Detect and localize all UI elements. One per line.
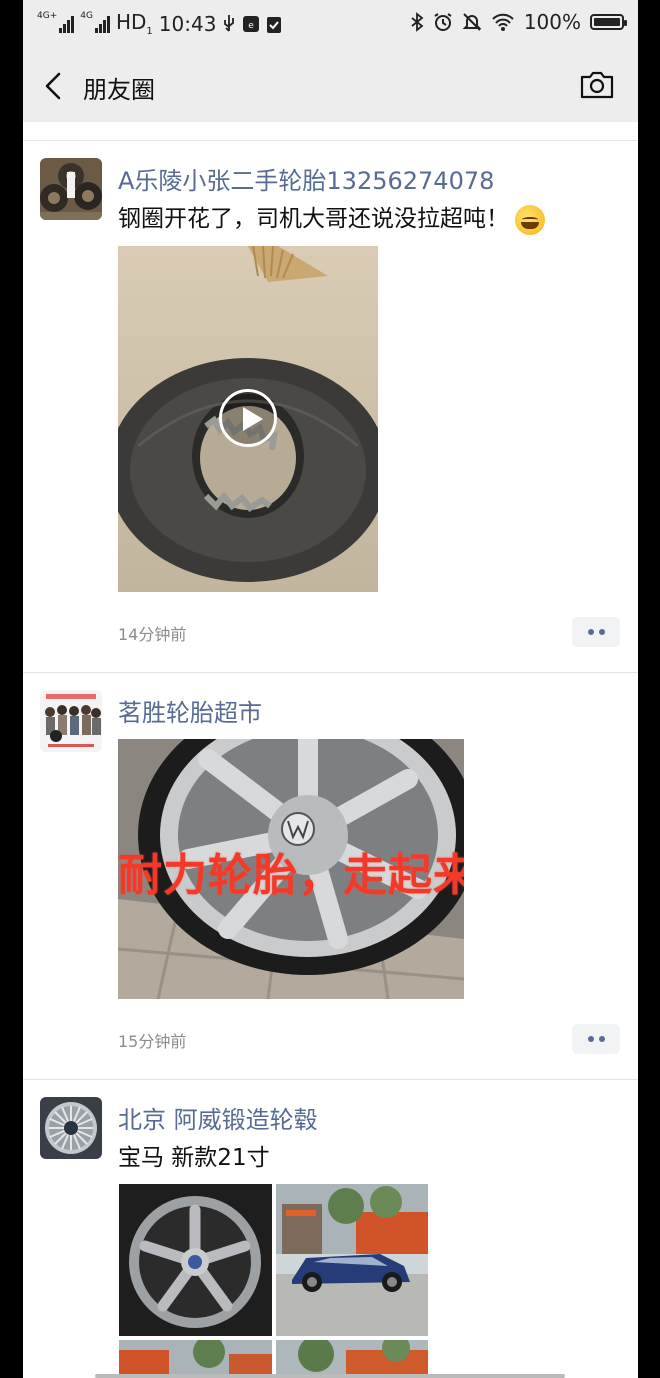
more-actions-button[interactable] <box>572 617 620 647</box>
network-label-2: 4G <box>80 10 93 21</box>
status-right: 100% <box>410 10 627 34</box>
post-author[interactable]: A乐陵小张二手轮胎13256274078 <box>118 161 494 196</box>
status-bar: 4G+ 4G HD1 10:43 e 100% <box>23 0 638 50</box>
nav-bar: 朋友圈 <box>23 50 638 122</box>
blue-suv-image <box>276 1184 428 1336</box>
avatar[interactable] <box>40 1097 102 1159</box>
more-actions-button[interactable] <box>572 1024 620 1054</box>
moment-post: A乐陵小张二手轮胎13256274078 钢圈开花了，司机大哥还说没拉超吨！ 1… <box>23 141 638 673</box>
post-video-thumbnail[interactable] <box>118 246 378 592</box>
bluetooth-icon <box>411 12 424 32</box>
alarm-icon <box>434 13 452 31</box>
app-notification-icon: e <box>243 15 260 32</box>
grid-image-1[interactable] <box>119 1184 272 1336</box>
tire-stack-avatar-image <box>40 158 102 220</box>
page-title: 朋友圈 <box>83 76 155 104</box>
group-photo-avatar-image <box>40 690 102 752</box>
mute-bell-icon <box>462 13 482 31</box>
clock: 10:43 <box>158 11 217 36</box>
hd-label: HD1 <box>115 10 153 37</box>
home-indicator[interactable] <box>95 1374 565 1378</box>
usb-icon <box>224 14 235 32</box>
laughing-tears-emoji-icon <box>515 204 545 235</box>
moment-post: 北京 阿威锻造轮毂 宝马 新款21寸 <box>23 1080 638 1378</box>
svg-text:e: e <box>249 21 255 31</box>
play-icon[interactable] <box>219 389 277 447</box>
signal-icon <box>59 15 75 33</box>
chevron-left-icon[interactable] <box>39 68 69 104</box>
grid-image-3[interactable] <box>119 1340 272 1378</box>
building-image-4 <box>276 1340 428 1378</box>
post-image[interactable]: 耐力轮胎，走起来 <box>118 739 464 999</box>
grid-image-4[interactable] <box>276 1340 428 1378</box>
post-timestamp: 15分钟前 <box>118 1032 187 1051</box>
building-image-3 <box>119 1340 272 1378</box>
battery-icon <box>590 14 627 30</box>
post-author[interactable]: 北京 阿威锻造轮毂 <box>118 1100 318 1135</box>
post-timestamp: 14分钟前 <box>118 625 187 644</box>
post-author[interactable]: 茗胜轮胎超市 <box>118 693 262 728</box>
signal-icon-2 <box>94 15 110 33</box>
status-left: 4G+ 4G HD1 10:43 e <box>37 10 282 37</box>
clipboard-check-icon <box>267 16 282 33</box>
avatar[interactable] <box>40 158 102 220</box>
image-overlay-caption: 耐力轮胎，走起来 <box>118 850 464 901</box>
wheel-avatar-image <box>40 1097 102 1159</box>
post-text: 钢圈开花了，司机大哥还说没拉超吨！ <box>118 199 545 235</box>
feed-top-divider <box>23 122 638 141</box>
post-text: 宝马 新款21寸 <box>118 1145 270 1171</box>
grid-image-2[interactable] <box>276 1184 428 1336</box>
network-label-1: 4G+ <box>37 10 58 21</box>
battery-percent: 100% <box>523 10 581 34</box>
forged-wheel-image <box>119 1184 272 1336</box>
camera-icon[interactable] <box>580 70 614 100</box>
avatar[interactable] <box>40 690 102 752</box>
wifi-icon <box>492 13 514 31</box>
moment-post: 茗胜轮胎超市 耐力轮胎，走起来 15分钟前 <box>23 673 638 1080</box>
moments-screen: 4G+ 4G HD1 10:43 e 100% 朋友圈 A乐陵小张二手轮胎132… <box>23 0 638 1378</box>
